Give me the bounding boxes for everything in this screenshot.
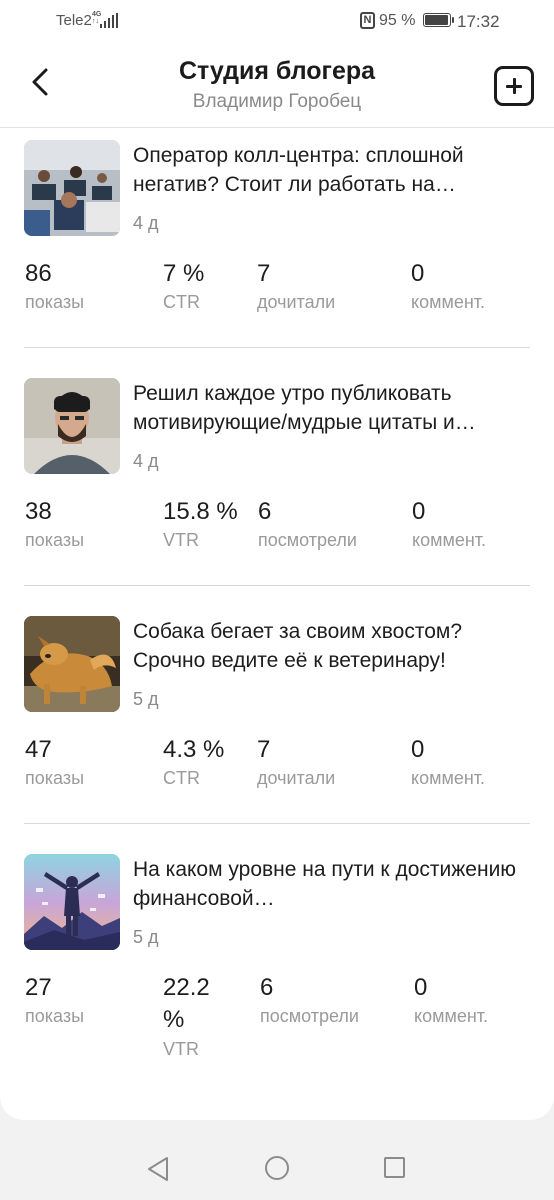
- stat-rate-value: 15.8 %: [163, 498, 238, 525]
- signal-icon: [100, 13, 118, 28]
- post-title[interactable]: Собака бегает за своим хвостом? Срочно в…: [133, 617, 533, 675]
- page-title: Студия блогера: [178, 57, 376, 85]
- stat-views-label: показы: [25, 292, 85, 312]
- post-card[interactable]: На каком уровне на пути к достижению фин…: [0, 842, 554, 1112]
- post-title[interactable]: На каком уровне на пути к достижению фин…: [133, 855, 533, 913]
- post-age: 4 д: [133, 451, 159, 471]
- stat-views-value: 86: [25, 260, 52, 287]
- stat-comments-value: 0: [411, 736, 425, 763]
- divider: [24, 347, 530, 348]
- clock: 17:32: [457, 12, 500, 31]
- stat-rate-label: VTR: [163, 1039, 199, 1059]
- stat-rate-value: 4.3 %: [163, 736, 225, 763]
- stat-rate-label: CTR: [163, 292, 200, 312]
- post-age: 5 д: [133, 927, 159, 947]
- status-bar: Tele2 4G ↑↓ N 95 % 17:32: [0, 0, 554, 42]
- stat-comments-value: 0: [411, 260, 425, 287]
- square-recents-icon[interactable]: [384, 1157, 405, 1178]
- nfc-icon: N: [360, 12, 375, 29]
- triangle-back-icon[interactable]: [146, 1156, 170, 1182]
- stat-reads-label: дочитали: [257, 768, 336, 788]
- post-thumbnail: [24, 854, 120, 950]
- post-title[interactable]: Решил каждое утро публиковать мотивирующ…: [133, 379, 533, 437]
- stat-views-label: показы: [25, 530, 85, 550]
- stat-views-label: показы: [25, 768, 85, 788]
- carrier-name: Tele2: [56, 12, 92, 29]
- circle-home-icon[interactable]: [265, 1156, 289, 1180]
- post-card[interactable]: Собака бегает за своим хвостом? Срочно в…: [0, 604, 554, 842]
- stat-watched-label: посмотрели: [258, 530, 357, 550]
- post-age: 5 д: [133, 689, 159, 709]
- screen: Tele2 4G ↑↓ N 95 % 17:32 Студия блогера В…: [0, 0, 554, 1200]
- system-nav-bar: [0, 1136, 554, 1200]
- stat-rate-value: 7 %: [163, 260, 205, 287]
- stat-comments-label: коммент.: [414, 1006, 489, 1026]
- post-title[interactable]: Оператор колл-центра: сплошной негатив? …: [133, 141, 533, 199]
- post-thumbnail: [24, 616, 120, 712]
- posts-list: Оператор колл-центра: сплошной негатив? …: [0, 128, 554, 1120]
- stat-rate-label: CTR: [163, 768, 200, 788]
- stat-comments-label: коммент.: [411, 292, 486, 312]
- post-thumbnail: [24, 140, 120, 236]
- stat-views-value: 38: [25, 498, 52, 525]
- stat-comments-value: 0: [414, 974, 428, 1001]
- stat-reads-value: 7: [257, 736, 271, 763]
- stat-watched-label: посмотрели: [260, 1006, 359, 1026]
- stat-views-label: показы: [25, 1006, 85, 1026]
- post-thumbnail: [24, 378, 120, 474]
- divider: [24, 823, 530, 824]
- stat-watched-value: 6: [258, 498, 272, 525]
- stat-reads-value: 7: [257, 260, 271, 287]
- app-header: Студия блогера Владимир Горобец: [0, 42, 554, 128]
- battery-icon: [423, 13, 454, 27]
- stat-rate-value: 22.2 %: [163, 974, 210, 1033]
- stat-views-value: 27: [25, 974, 52, 1001]
- stat-comments-label: коммент.: [411, 768, 486, 788]
- post-age: 4 д: [133, 213, 159, 233]
- divider: [24, 585, 530, 586]
- page-subtitle: Владимир Горобец: [192, 91, 362, 112]
- add-button[interactable]: [494, 66, 534, 106]
- post-card[interactable]: Оператор колл-центра: сплошной негатив? …: [0, 128, 554, 366]
- post-card[interactable]: Решил каждое утро публиковать мотивирующ…: [0, 366, 554, 604]
- stat-comments-label: коммент.: [412, 530, 487, 550]
- battery-percent: 95 %: [379, 12, 416, 29]
- stat-views-value: 47: [25, 736, 52, 763]
- stat-watched-value: 6: [260, 974, 274, 1001]
- stat-rate-label: VTR: [163, 530, 199, 550]
- stat-reads-label: дочитали: [257, 292, 336, 312]
- stat-comments-value: 0: [412, 498, 426, 525]
